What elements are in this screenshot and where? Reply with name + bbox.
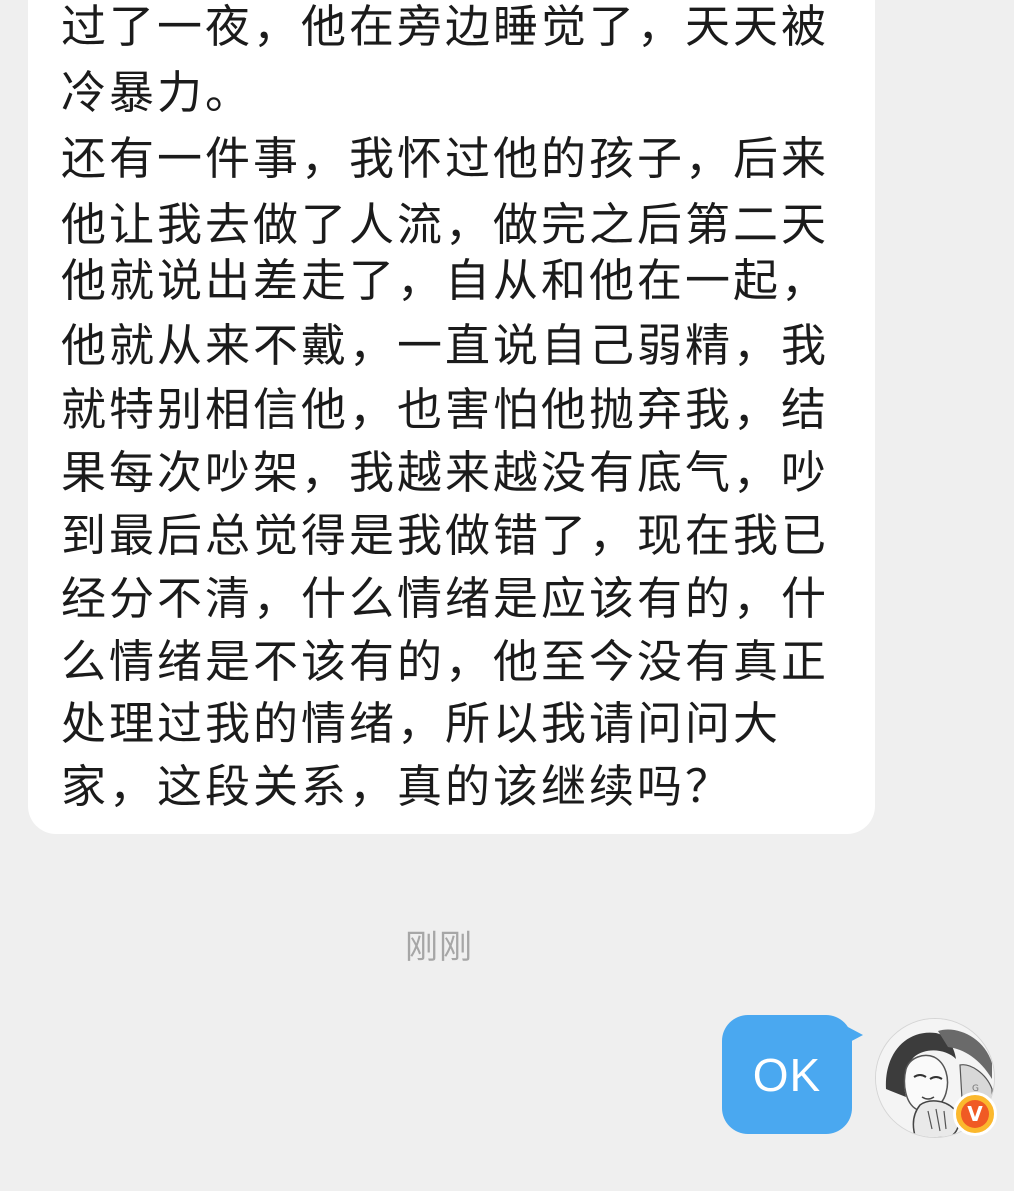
message-line: 就特别相信他，也害怕他抛弃我，结 bbox=[61, 383, 830, 436]
message-line: 家，这段关系，真的该继续吗？ bbox=[61, 760, 734, 813]
verified-badge-letter: V bbox=[961, 1100, 989, 1128]
message-line: 他让我去做了人流，做完之后第二天 bbox=[61, 198, 830, 251]
outgoing-message-text: OK bbox=[752, 1048, 822, 1101]
message-line: 还有一件事，我怀过他的孩子，后来 bbox=[61, 132, 830, 185]
message-line: 他就说出差走了，自从和他在一起， bbox=[61, 254, 830, 307]
message-line: 冷暴力。 bbox=[61, 66, 254, 119]
message-line: 他就从来不戴，一直说自己弱精，我 bbox=[61, 319, 830, 372]
message-line: 处理过我的情绪，所以我请问问大 bbox=[61, 697, 782, 750]
verified-badge-icon: V bbox=[953, 1092, 997, 1136]
message-line: 么情绪是不该有的，他至今没有真正 bbox=[61, 635, 830, 688]
message-line: 过了一夜，他在旁边睡觉了，天天被 bbox=[61, 0, 830, 53]
message-line: 经分不清，什么情绪是应该有的，什 bbox=[61, 572, 830, 625]
message-line: 到最后总觉得是我做错了，现在我已 bbox=[61, 509, 830, 562]
message-timestamp: 刚刚 bbox=[405, 927, 473, 966]
message-line: 果每次吵架，我越来越没有底气，吵 bbox=[61, 446, 830, 499]
outgoing-message-bubble[interactable]: OK bbox=[722, 1015, 852, 1134]
